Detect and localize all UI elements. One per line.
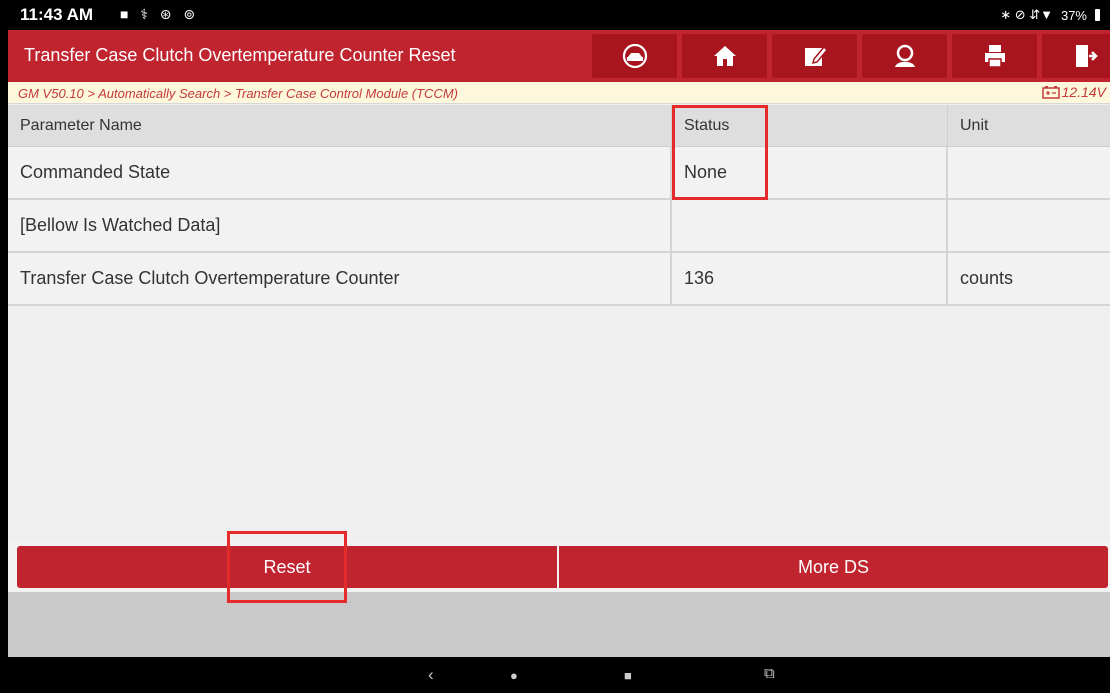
table-row[interactable]: Transfer Case Clutch Overtemperature Cou… — [8, 253, 1110, 306]
status-bar: 11:43 AM ■ ⚕ ⊛ ⊚ ∗ ⊘ ⇵▼ 37% — [8, 0, 1110, 30]
footer-area — [8, 592, 1110, 657]
screenshot-icon[interactable]: ⧉ — [764, 665, 775, 682]
system-nav-bar: ‹ ● ■ ⧉ — [8, 657, 1110, 693]
row-status: 136 — [672, 253, 948, 304]
battery-icon — [1041, 86, 1060, 99]
home-nav-icon[interactable]: ● — [510, 668, 518, 683]
status-time: 11:43 AM — [20, 5, 94, 24]
table-row[interactable]: [Bellow Is Watched Data] — [8, 200, 1110, 253]
breadcrumb-bar: GM V50.10 > Automatically Search > Trans… — [8, 82, 1110, 104]
title-bar: Transfer Case Clutch Overtemperature Cou… — [8, 30, 1110, 82]
recent-apps-icon[interactable]: ■ — [624, 668, 632, 683]
header-parameter-name: Parameter Name — [8, 105, 672, 146]
vehicle-icon — [622, 43, 647, 69]
user-button[interactable] — [862, 34, 947, 78]
breadcrumb: GM V50.10 > Automatically Search > Trans… — [18, 86, 458, 101]
battery-level: 37% — [1060, 7, 1087, 23]
vehicle-button[interactable] — [592, 34, 677, 78]
exit-icon — [1075, 45, 1098, 67]
battery-icon — [1095, 9, 1100, 21]
edit-icon — [804, 45, 828, 66]
user-icon — [894, 44, 915, 67]
screen: 11:43 AM ■ ⚕ ⊛ ⊚ ∗ ⊘ ⇵▼ 37% Transfer Cas… — [8, 0, 1110, 693]
notification-icons: ■ ⚕ ⊛ ⊚ — [120, 6, 200, 22]
back-icon[interactable]: ‹ — [428, 665, 434, 685]
more-ds-button[interactable]: More DS — [559, 546, 1108, 588]
page-title: Transfer Case Clutch Overtemperature Cou… — [24, 45, 456, 65]
print-icon — [984, 45, 1005, 68]
voltage-value: 12.14V — [1061, 84, 1106, 100]
status-highlight-box — [672, 105, 768, 200]
system-icons: ∗ ⊘ ⇵▼ — [1000, 7, 1053, 22]
action-bar: Reset More DS — [8, 542, 1110, 592]
toolbar — [592, 34, 1110, 78]
row-unit — [948, 200, 1110, 251]
exit-button[interactable] — [1042, 34, 1110, 78]
reset-highlight-box — [227, 531, 347, 603]
row-parameter-name: [Bellow Is Watched Data] — [8, 200, 672, 251]
home-button[interactable] — [682, 34, 767, 78]
home-icon — [713, 46, 736, 66]
row-parameter-name: Transfer Case Clutch Overtemperature Cou… — [8, 253, 672, 304]
print-button[interactable] — [952, 34, 1037, 78]
table-header: Parameter Name Status Unit — [8, 105, 1110, 147]
row-unit — [948, 147, 1110, 198]
edit-button[interactable] — [772, 34, 857, 78]
table-row[interactable]: Commanded State None — [8, 147, 1110, 200]
row-parameter-name: Commanded State — [8, 147, 672, 198]
header-unit: Unit — [960, 116, 989, 134]
data-table: Parameter Name Status Unit Commanded Sta… — [8, 105, 1110, 306]
voltage-readout: 12.14V — [1041, 84, 1106, 100]
status-right: ∗ ⊘ ⇵▼ 37% — [1000, 7, 1100, 23]
row-unit: counts — [960, 268, 1014, 288]
row-status — [672, 200, 948, 251]
